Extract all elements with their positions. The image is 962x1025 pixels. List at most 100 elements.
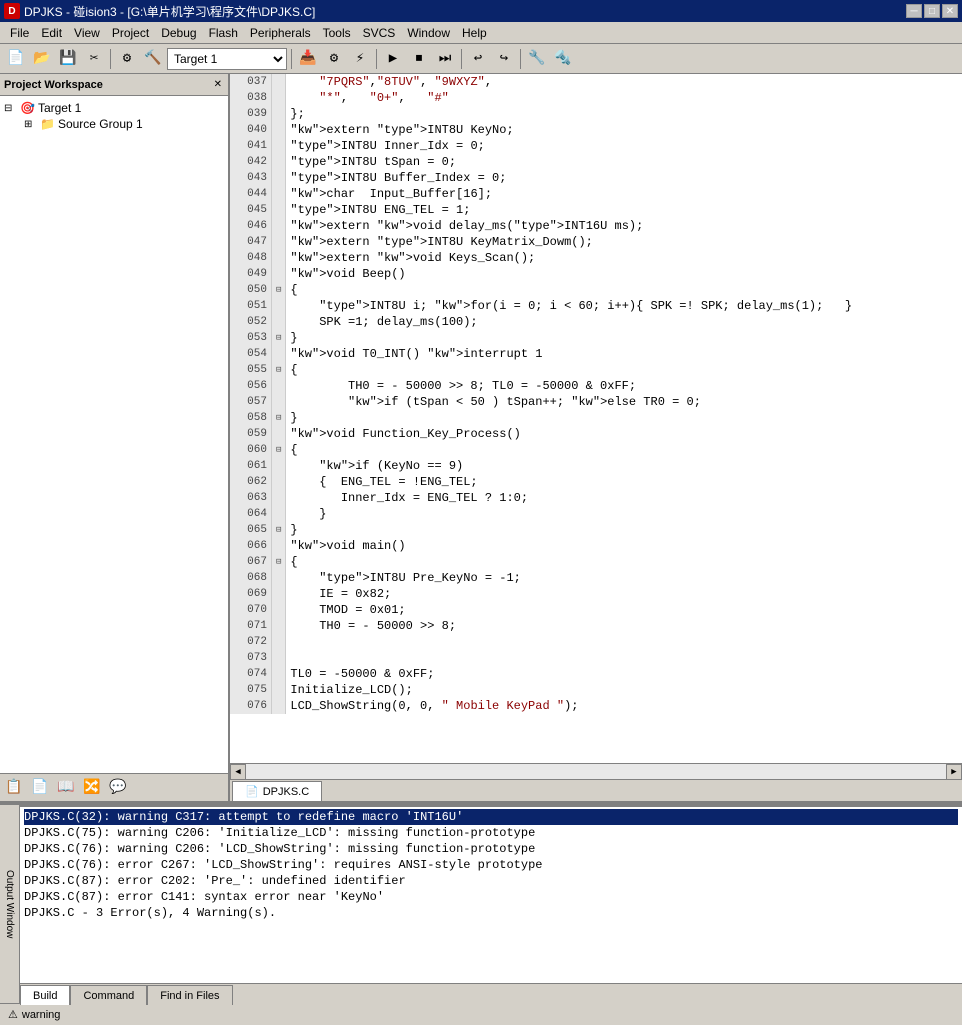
proj-btn-5[interactable]: 💬 (106, 776, 130, 800)
code-content[interactable]: "kw">char Input_Buffer[16]; (286, 186, 962, 202)
menu-item-tools[interactable]: Tools (317, 24, 357, 42)
code-content[interactable]: } (286, 410, 962, 426)
settings-btn[interactable]: ⚙ (322, 47, 346, 71)
output-tab-find-in-files[interactable]: Find in Files (147, 985, 232, 1005)
code-content[interactable]: Inner_Idx = ENG_TEL ? 1:0; (286, 490, 962, 506)
menu-item-project[interactable]: Project (106, 24, 155, 42)
open-button[interactable]: 📂 (30, 47, 54, 71)
output-line[interactable]: DPJKS.C(32): warning C317: attempt to re… (24, 809, 958, 825)
code-content[interactable]: } (286, 330, 962, 346)
scroll-track[interactable] (246, 764, 946, 780)
code-content[interactable]: { (286, 442, 962, 458)
code-content[interactable]: "kw">void Function_Key_Process() (286, 426, 962, 442)
output-line[interactable]: DPJKS.C(87): error C141: syntax error ne… (24, 889, 958, 905)
output-line[interactable]: DPJKS.C - 3 Error(s), 4 Warning(s). (24, 905, 958, 921)
menu-item-peripherals[interactable]: Peripherals (244, 24, 317, 42)
proj-btn-3[interactable]: 📖 (54, 776, 78, 800)
collapse-indicator[interactable]: ⊟ (271, 554, 285, 570)
misc-btn-1[interactable]: 🔧 (525, 47, 549, 71)
redo-btn[interactable]: ↪ (492, 47, 516, 71)
code-content[interactable]: "kw">void main() (286, 538, 962, 554)
code-content[interactable]: "kw">extern "kw">void Keys_Scan(); (286, 250, 962, 266)
code-content[interactable]: Initialize_LCD(); (286, 682, 962, 698)
menu-item-debug[interactable]: Debug (155, 24, 202, 42)
collapse-indicator[interactable]: ⊟ (271, 282, 285, 298)
code-content[interactable]: { (286, 554, 962, 570)
menu-item-window[interactable]: Window (401, 24, 456, 42)
collapse-button[interactable]: ⊟ (276, 285, 281, 295)
code-content[interactable]: "kw">void Beep() (286, 266, 962, 282)
code-content[interactable]: "type">INT8U Buffer_Index = 0; (286, 170, 962, 186)
code-content[interactable]: "kw">if (KeyNo == 9) (286, 458, 962, 474)
debug-stop[interactable]: ⏹ (407, 47, 431, 71)
collapse-end[interactable]: ⊟ (276, 333, 281, 343)
code-content[interactable]: TH0 = - 50000 >> 8; TL0 = -50000 & 0xFF; (286, 378, 962, 394)
proj-btn-4[interactable]: 🔀 (80, 776, 104, 800)
minimize-button[interactable]: ─ (906, 4, 922, 18)
code-content[interactable]: "type">INT8U ENG_TEL = 1; (286, 202, 962, 218)
misc-btn-2[interactable]: 🔩 (551, 47, 575, 71)
output-line[interactable]: DPJKS.C(76): warning C206: 'LCD_ShowStri… (24, 841, 958, 857)
tree-item-root[interactable]: ⊟ 🎯 Target 1 (4, 100, 224, 116)
output-line[interactable]: DPJKS.C(76): error C267: 'LCD_ShowString… (24, 857, 958, 873)
collapse-end[interactable]: ⊟ (276, 413, 281, 423)
flash-btn[interactable]: ⚡ (348, 47, 372, 71)
collapse-end[interactable]: ⊟ (276, 525, 281, 535)
download-btn[interactable]: 📥 (296, 47, 320, 71)
menu-item-view[interactable]: View (68, 24, 106, 42)
code-content[interactable]: }; (286, 106, 962, 122)
code-content[interactable] (286, 650, 962, 666)
output-tab-command[interactable]: Command (70, 985, 147, 1005)
scroll-right[interactable]: ▶ (946, 764, 962, 780)
collapse-indicator[interactable]: ⊟ (271, 362, 285, 378)
code-content[interactable]: TL0 = -50000 & 0xFF; (286, 666, 962, 682)
proj-btn-2[interactable]: 📄 (28, 776, 52, 800)
proj-btn-1[interactable]: 📋 (2, 776, 26, 800)
output-content[interactable]: DPJKS.C(32): warning C317: attempt to re… (20, 807, 962, 983)
code-content[interactable]: SPK =1; delay_ms(100); (286, 314, 962, 330)
code-content[interactable]: TMOD = 0x01; (286, 602, 962, 618)
menu-item-file[interactable]: File (4, 24, 35, 42)
code-content[interactable]: { (286, 282, 962, 298)
code-content[interactable]: "kw">extern "type">INT8U KeyMatrix_Dowm(… (286, 234, 962, 250)
cut-button[interactable]: ✂ (82, 47, 106, 71)
collapse-button[interactable]: ⊟ (276, 365, 281, 375)
horizontal-scrollbar[interactable]: ◀ ▶ (230, 763, 962, 779)
close-button[interactable]: ✕ (942, 4, 958, 18)
debug-start[interactable]: ▶ (381, 47, 405, 71)
code-content[interactable]: IE = 0x82; (286, 586, 962, 602)
menu-item-svcs[interactable]: SVCS (357, 24, 402, 42)
tree-item-source-group[interactable]: ⊞ 📁 Source Group 1 (4, 116, 224, 132)
code-content[interactable]: "kw">extern "kw">void delay_ms("type">IN… (286, 218, 962, 234)
code-content[interactable]: "type">INT8U Pre_KeyNo = -1; (286, 570, 962, 586)
editor-tab-dpjks[interactable]: 📄 DPJKS.C (232, 781, 322, 801)
code-content[interactable]: "7PQRS","8TUV", "9WXYZ", (286, 74, 962, 90)
build-btn-1[interactable]: ⚙ (115, 47, 139, 71)
code-content[interactable]: "kw">if (tSpan < 50 ) tSpan++; "kw">else… (286, 394, 962, 410)
collapse-button[interactable]: ⊟ (276, 557, 281, 567)
collapse-indicator[interactable]: ⊟ (271, 442, 285, 458)
code-content[interactable]: } (286, 522, 962, 538)
debug-step[interactable]: ⏭ (433, 47, 457, 71)
code-content[interactable]: "type">INT8U i; "kw">for(i = 0; i < 60; … (286, 298, 962, 314)
project-close-button[interactable]: ✕ (212, 79, 224, 90)
scroll-left[interactable]: ◀ (230, 764, 246, 780)
output-line[interactable]: DPJKS.C(75): warning C206: 'Initialize_L… (24, 825, 958, 841)
menu-item-edit[interactable]: Edit (35, 24, 68, 42)
new-button[interactable]: 📄 (4, 47, 28, 71)
code-content[interactable]: "kw">extern "type">INT8U KeyNo; (286, 122, 962, 138)
undo-btn[interactable]: ↩ (466, 47, 490, 71)
code-content[interactable]: "kw">void T0_INT() "kw">interrupt 1 (286, 346, 962, 362)
collapse-button[interactable]: ⊟ (276, 445, 281, 455)
code-content[interactable]: "type">INT8U tSpan = 0; (286, 154, 962, 170)
code-content[interactable]: "*", "0+", "#" (286, 90, 962, 106)
menu-item-help[interactable]: Help (456, 24, 493, 42)
code-content[interactable]: { (286, 362, 962, 378)
code-content[interactable]: LCD_ShowString(0, 0, " Mobile KeyPad "); (286, 698, 962, 714)
maximize-button[interactable]: □ (924, 4, 940, 18)
code-content[interactable]: } (286, 506, 962, 522)
code-content[interactable]: "type">INT8U Inner_Idx = 0; (286, 138, 962, 154)
menu-item-flash[interactable]: Flash (203, 24, 244, 42)
save-button[interactable]: 💾 (56, 47, 80, 71)
code-content[interactable]: { ENG_TEL = !ENG_TEL; (286, 474, 962, 490)
